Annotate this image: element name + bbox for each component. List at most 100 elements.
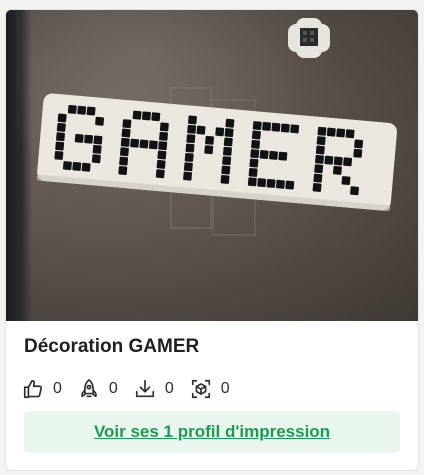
sign-pixel (183, 162, 193, 172)
sign-pixel (315, 145, 325, 155)
sign-pixel (223, 137, 233, 147)
sign-pixel (332, 165, 342, 175)
model-photo[interactable] (6, 10, 418, 321)
sign-pixel (271, 122, 281, 132)
sign-pixel (313, 173, 323, 183)
sign-pixel (196, 125, 206, 135)
sign-pixel (278, 151, 288, 161)
sign-pixel (54, 150, 64, 160)
sign-pixel (275, 179, 285, 189)
sign-pixel (280, 123, 290, 133)
sign-pixel (336, 128, 346, 138)
download-icon (135, 379, 154, 398)
sign-pixel (249, 158, 259, 168)
sign-pixel (257, 178, 267, 188)
sign-pixel (62, 161, 72, 171)
rocket-icon (81, 379, 97, 398)
sign-pixel (56, 122, 66, 132)
boosts-count: 0 (108, 380, 118, 397)
sign-pixel (151, 112, 161, 122)
prints-count: 0 (220, 380, 230, 397)
sign-pixel (315, 154, 324, 164)
sign-pixel (156, 159, 166, 169)
sign-pixel (157, 150, 167, 160)
sign-pixel (354, 139, 364, 149)
sign-pixel (248, 167, 258, 177)
likes-count: 0 (53, 380, 62, 397)
sign-pixel (155, 169, 165, 179)
sign-pixel (84, 134, 94, 144)
sign-pixel (222, 156, 232, 166)
sign-pixel (205, 135, 215, 145)
sign-pixel (285, 180, 295, 190)
sign-pixel (119, 147, 129, 157)
sign-pixel (56, 132, 65, 142)
sign-pixel (187, 124, 197, 134)
sign-pixel (159, 131, 169, 141)
sign-pixel (290, 124, 300, 134)
sign-pixel (139, 139, 149, 149)
sign-pixel (225, 118, 235, 128)
small-printed-part (288, 18, 330, 58)
sign-pixel (251, 139, 261, 149)
sign-pixel (130, 138, 140, 148)
sign-pixel (159, 122, 169, 132)
sign-pixel (343, 157, 353, 167)
sign-pixel (93, 135, 103, 145)
sign-pixel (92, 144, 102, 154)
sign-pixel (55, 141, 65, 151)
sign-pixel (67, 104, 77, 114)
sign-pixel (77, 105, 87, 115)
model-card[interactable]: Décoration GAMER 0 0 0 0 Voir ses 1 prof… (5, 9, 419, 471)
sign-pixel (317, 126, 327, 136)
sign-pixel (326, 127, 336, 137)
sign-pixel (224, 128, 234, 138)
sign-pixel (74, 133, 84, 143)
sign-pixel (251, 130, 261, 140)
sign-pixel (316, 136, 326, 146)
sign-pixel (185, 143, 195, 153)
sign-pixel (148, 140, 158, 150)
sign-pixel (345, 129, 355, 139)
sign-pixel (215, 127, 225, 137)
sign-pixel (259, 150, 269, 160)
sign-pixel (188, 115, 197, 125)
prints-stat[interactable]: 0 (190, 378, 230, 400)
sign-pixel (57, 113, 67, 123)
sign-pixel (247, 177, 257, 187)
model-title[interactable]: Décoration GAMER (24, 336, 199, 358)
stats-row: 0 0 0 0 (22, 376, 246, 402)
sign-pixel (324, 155, 334, 165)
sign-pixel (119, 156, 129, 166)
cube-scan-icon (191, 379, 210, 399)
sign-pixel (262, 121, 272, 131)
sign-pixel (312, 183, 322, 192)
sign-pixel (81, 162, 91, 172)
sign-pixel (158, 141, 168, 151)
downloads-count: 0 (164, 380, 174, 397)
sign-pixel (91, 154, 101, 164)
downloads-stat[interactable]: 0 (134, 378, 174, 400)
sign-pixel (333, 156, 343, 166)
sign-pixel (266, 178, 276, 188)
sign-pixel (350, 186, 359, 196)
sign-pixel (95, 116, 105, 126)
sign-pixel (314, 164, 324, 174)
boosts-stat[interactable]: 0 (78, 378, 118, 400)
print-profile-button[interactable]: Voir ses 1 profil d'impression (24, 411, 400, 453)
printed-sign-illustration (36, 18, 397, 236)
sign-pixel (269, 150, 278, 160)
sign-pixel (121, 128, 131, 138)
sign-pixel (252, 121, 262, 131)
sign-pixel (220, 174, 230, 184)
sign-pixel (223, 146, 232, 156)
sign-pixel (221, 165, 231, 175)
print-profile-link[interactable]: Voir ses 1 profil d'impression (94, 422, 330, 442)
sign-pixel (353, 148, 363, 158)
sign-pixel (120, 137, 130, 147)
sign-pixel (184, 152, 194, 162)
sign-pixel (186, 134, 196, 144)
sign-pixel (141, 111, 151, 121)
likes-stat[interactable]: 0 (22, 378, 62, 400)
sign-pixel (341, 176, 351, 186)
